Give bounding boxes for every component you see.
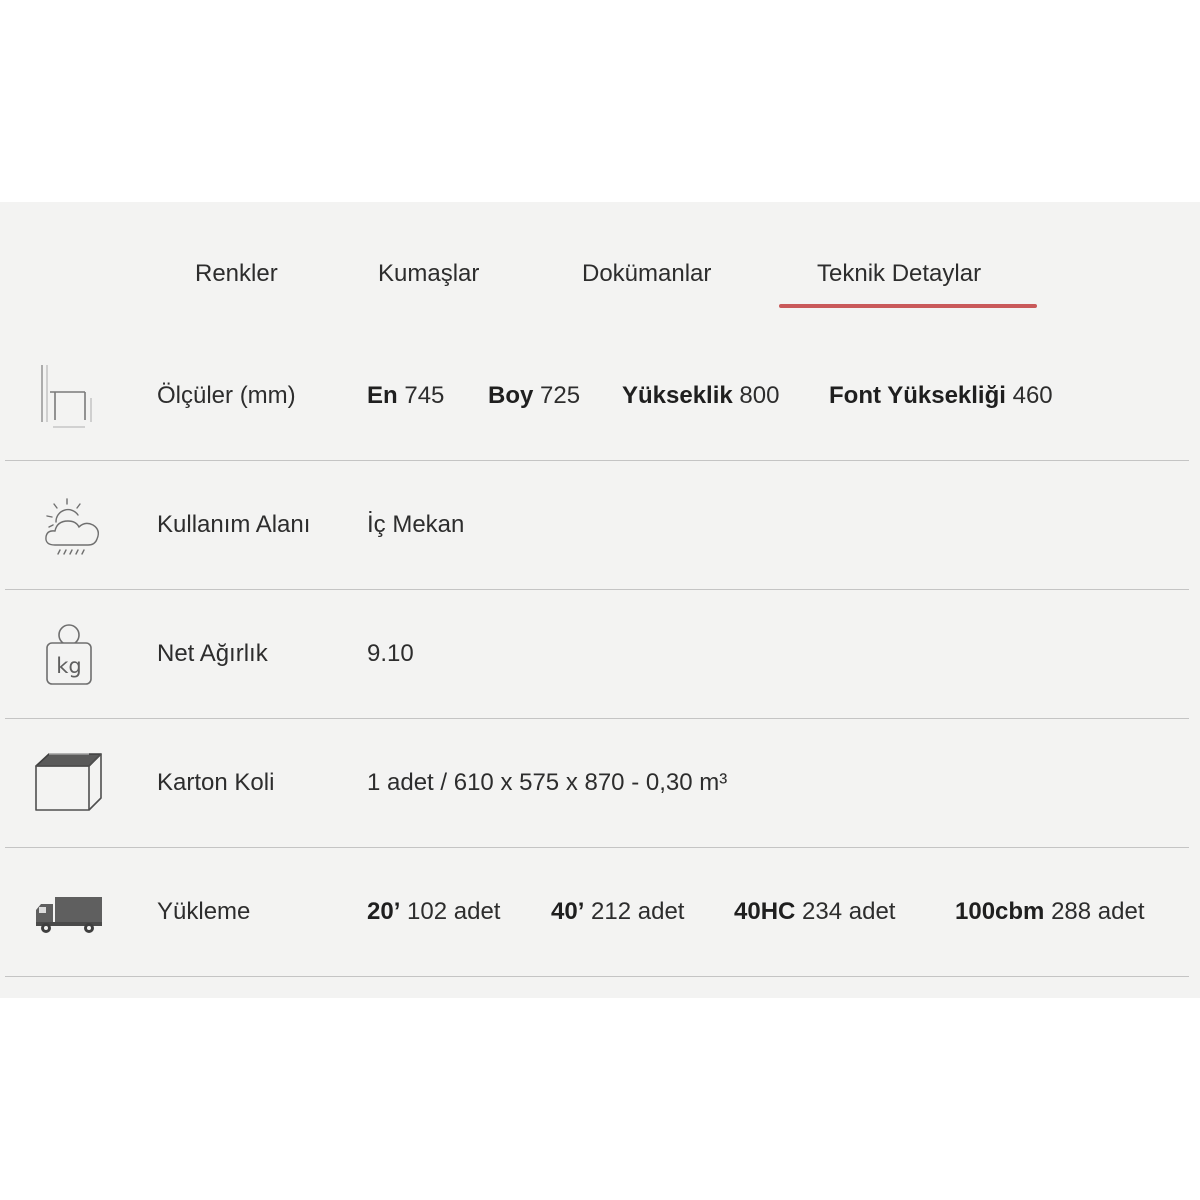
weather-icon — [33, 489, 105, 561]
tab-colors[interactable]: Renkler — [195, 260, 278, 288]
dimensions-icon — [33, 360, 105, 432]
spec-item-container-40hc: 40HC 234 adet — [734, 898, 896, 925]
weight-kg-icon: kg — [33, 618, 105, 690]
spec-row-loading: Yükleme 20’ 102 adet 40’ 212 adet 40HC 2… — [5, 848, 1189, 977]
technical-details-panel: Renkler Kumaşlar Dokümanlar Teknik Detay… — [0, 202, 1200, 998]
spec-item-width: En 745 — [367, 382, 445, 409]
spec-label: Yükleme — [157, 898, 251, 925]
spec-row-usage-area: Kullanım Alanı İç Mekan — [5, 461, 1189, 590]
spec-label: Ölçüler (mm) — [157, 382, 296, 409]
carton-box-icon — [33, 747, 105, 819]
spec-value: 1 adet / 610 x 575 x 870 - 0,30 m³ — [367, 769, 728, 796]
spec-row-carton-box: Karton Koli 1 adet / 610 x 575 x 870 - 0… — [5, 719, 1189, 848]
spec-item-container-20: 20’ 102 adet — [367, 898, 501, 925]
tab-documents[interactable]: Dokümanlar — [582, 260, 711, 288]
spec-item-container-100cbm: 100cbm 288 adet — [955, 898, 1145, 925]
spec-item-container-40: 40’ 212 adet — [551, 898, 685, 925]
truck-icon — [33, 876, 105, 948]
spec-row-net-weight: kg Net Ağırlık 9.10 — [5, 590, 1189, 719]
active-tab-indicator — [779, 304, 1037, 308]
spec-item-seat-height: Font Yüksekliği 460 — [829, 382, 1053, 409]
spec-item-depth: Boy 725 — [488, 382, 581, 409]
spec-value: İç Mekan — [367, 511, 465, 538]
tab-bar: Renkler Kumaşlar Dokümanlar Teknik Detay… — [0, 202, 1200, 312]
spec-label: Net Ağırlık — [157, 640, 268, 667]
spec-item-height: Yükseklik 800 — [622, 382, 780, 409]
spec-row-dimensions: Ölçüler (mm) En 745 Boy 725 Yükseklik 80… — [5, 332, 1189, 461]
svg-text:kg: kg — [56, 654, 82, 678]
spec-label: Kullanım Alanı — [157, 511, 311, 538]
spec-label: Karton Koli — [157, 769, 275, 796]
tab-fabrics[interactable]: Kumaşlar — [378, 260, 479, 288]
tab-technical-details[interactable]: Teknik Detaylar — [817, 260, 981, 288]
spec-value: 9.10 — [367, 640, 414, 667]
